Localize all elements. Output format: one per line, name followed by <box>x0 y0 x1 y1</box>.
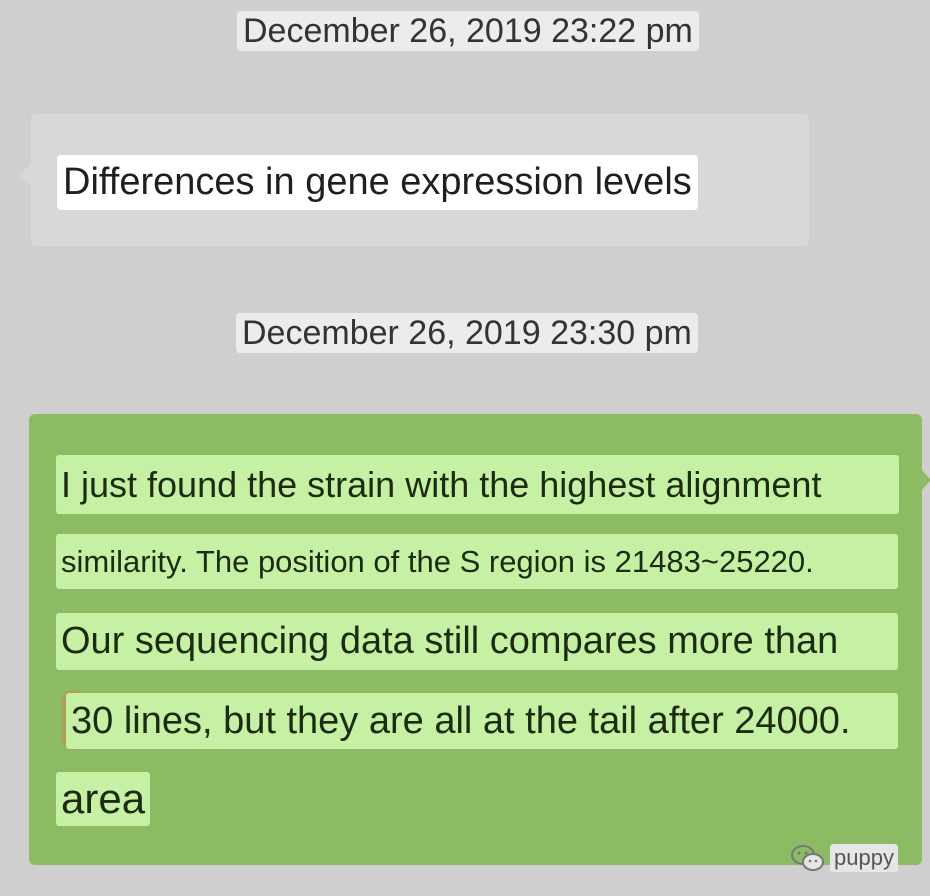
outgoing-message-line: I just found the strain with the highest… <box>56 455 899 514</box>
outgoing-message-line: area <box>56 772 151 826</box>
bubble-tail <box>921 469 930 491</box>
bubble-tail <box>19 164 31 186</box>
watermark-label: puppy <box>830 844 898 872</box>
incoming-message-text: Differences in gene expression levels <box>57 155 698 210</box>
wechat-icon <box>791 845 824 871</box>
message-timestamp: December 26, 2019 23:30 pm <box>236 313 698 353</box>
message-timestamp: December 26, 2019 23:22 pm <box>237 11 699 51</box>
watermark: puppy <box>790 843 898 873</box>
outgoing-message-line: 30 lines, but they are all at the tail a… <box>66 693 898 749</box>
outgoing-message-line: Our sequencing data still compares more … <box>56 613 898 670</box>
chat-window: December 26, 2019 23:22 pm Differences i… <box>0 0 930 896</box>
outgoing-message-line: similarity. The position of the S region… <box>56 534 898 589</box>
